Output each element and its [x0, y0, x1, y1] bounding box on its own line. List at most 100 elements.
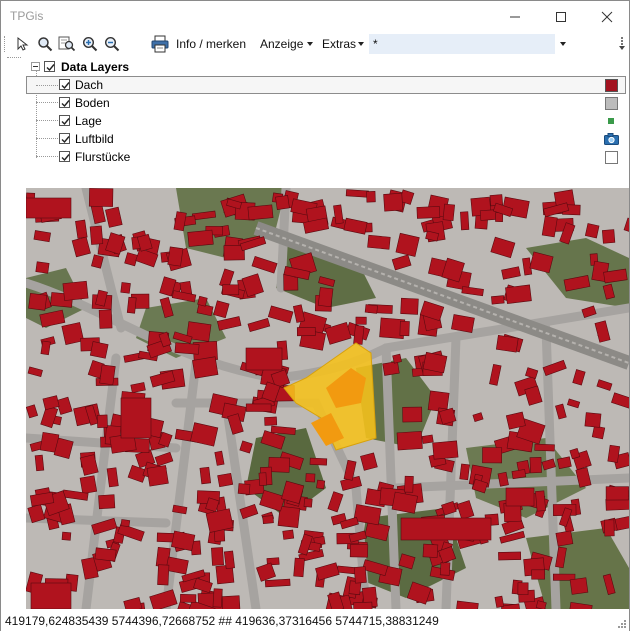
tree-connector — [36, 156, 58, 157]
filter-dropdown-icon[interactable] — [560, 42, 566, 46]
print-icon — [151, 35, 169, 53]
print-button[interactable] — [150, 34, 170, 54]
app-window: TPGis Info / merken Anzeige Extras * Dat… — [0, 0, 630, 631]
roof-building — [28, 292, 48, 311]
roof-building — [126, 296, 137, 314]
layer-label-dach: Dach — [75, 78, 104, 92]
roof-building — [174, 342, 200, 355]
close-button[interactable] — [584, 1, 630, 32]
layer-row-boden[interactable]: Boden — [26, 94, 626, 112]
zoom-in-button[interactable] — [80, 34, 100, 54]
roof-building — [416, 206, 441, 219]
roof-building — [120, 282, 131, 294]
layer-row-luftbild[interactable]: Luftbild — [26, 130, 626, 148]
toolbar-grip[interactable] — [4, 36, 7, 52]
roof-building — [223, 550, 235, 570]
roof-building — [317, 287, 334, 308]
roof-building — [364, 304, 378, 314]
roof-building — [98, 494, 116, 510]
roof-building — [459, 463, 470, 481]
roof-building — [535, 490, 546, 512]
maximize-icon — [556, 11, 566, 22]
layer-row-dach[interactable]: Dach — [26, 76, 626, 94]
roof-building — [120, 519, 131, 528]
roof-building — [264, 578, 291, 588]
pointer-tool-button[interactable] — [12, 34, 32, 54]
resize-grip-icon[interactable] — [617, 619, 627, 629]
roof-building — [495, 334, 519, 353]
layer-checkbox-boden[interactable] — [59, 97, 70, 108]
anzeige-menu[interactable]: Anzeige — [260, 37, 303, 51]
collapse-toggle[interactable] — [31, 62, 40, 71]
roof-building — [529, 457, 542, 474]
zoom-area-button[interactable] — [57, 34, 77, 54]
roof-building — [383, 192, 404, 212]
zoom-out-button[interactable] — [102, 34, 122, 54]
roof-building — [517, 582, 529, 596]
layer-checkbox-flurstuecke[interactable] — [59, 151, 70, 162]
maximize-button[interactable] — [538, 1, 584, 32]
roof-building — [35, 261, 50, 274]
layer-label-luftbild: Luftbild — [75, 132, 114, 146]
roof-building — [531, 569, 546, 580]
roof-building — [505, 487, 535, 507]
roof-building — [75, 219, 88, 239]
layer-checkbox-lage[interactable] — [59, 115, 70, 126]
map-canvas[interactable] — [26, 188, 629, 609]
layer-row-lage[interactable]: Lage — [26, 112, 626, 130]
layer-checkbox-dach[interactable] — [59, 79, 70, 90]
roof-building — [336, 565, 357, 575]
roof-building — [305, 473, 316, 483]
roof-building — [180, 594, 197, 603]
roof-building — [402, 406, 423, 423]
map-view[interactable] — [26, 188, 629, 609]
roof-building — [400, 297, 419, 315]
roof-building — [296, 326, 316, 337]
toolbar-overflow-icon[interactable] — [619, 36, 625, 52]
roof-building — [498, 551, 522, 561]
roof-building — [505, 284, 532, 304]
minimize-button[interactable] — [492, 1, 538, 32]
roof-building — [345, 189, 369, 198]
roof-building — [353, 325, 365, 345]
title-bar: TPGis — [1, 1, 629, 32]
roof-building — [245, 347, 283, 371]
roof-building — [534, 443, 555, 452]
check-icon — [46, 64, 55, 72]
root-layer-checkbox[interactable] — [44, 61, 55, 72]
extras-menu[interactable]: Extras — [322, 37, 356, 51]
outline-swatch-icon — [605, 151, 618, 164]
roof-building — [26, 197, 72, 219]
roof-building — [258, 472, 267, 486]
roof-building — [604, 519, 615, 537]
toolbar: Info / merken Anzeige Extras * — [1, 32, 629, 56]
layer-checkbox-luftbild[interactable] — [59, 133, 70, 144]
roof-building — [422, 543, 439, 558]
info-merken-menu[interactable]: Info / merken — [176, 37, 246, 51]
roof-building — [353, 566, 367, 584]
check-icon — [61, 118, 70, 126]
roof-building — [187, 229, 214, 247]
roof-building — [293, 557, 305, 578]
camera-icon — [604, 133, 619, 145]
roof-building — [399, 320, 410, 337]
roof-building — [30, 582, 72, 609]
tree-connector — [36, 138, 58, 139]
panel-grip[interactable] — [7, 57, 21, 63]
zoom-tool-button[interactable] — [35, 34, 55, 54]
tree-connector — [36, 102, 58, 103]
check-icon — [61, 136, 70, 144]
roof-building — [88, 188, 114, 207]
roof-building — [395, 232, 420, 257]
layer-row-flurstuecke[interactable]: Flurstücke — [26, 148, 626, 166]
roof-building — [367, 234, 391, 250]
roof-building — [439, 562, 451, 576]
roof-building — [555, 530, 574, 547]
roof-building — [353, 601, 373, 609]
filter-input[interactable]: * — [369, 34, 555, 54]
check-icon — [61, 154, 70, 162]
roof-building — [197, 295, 208, 307]
roof-building — [89, 225, 104, 245]
roof-building — [541, 215, 558, 238]
tree-connector — [36, 120, 58, 121]
